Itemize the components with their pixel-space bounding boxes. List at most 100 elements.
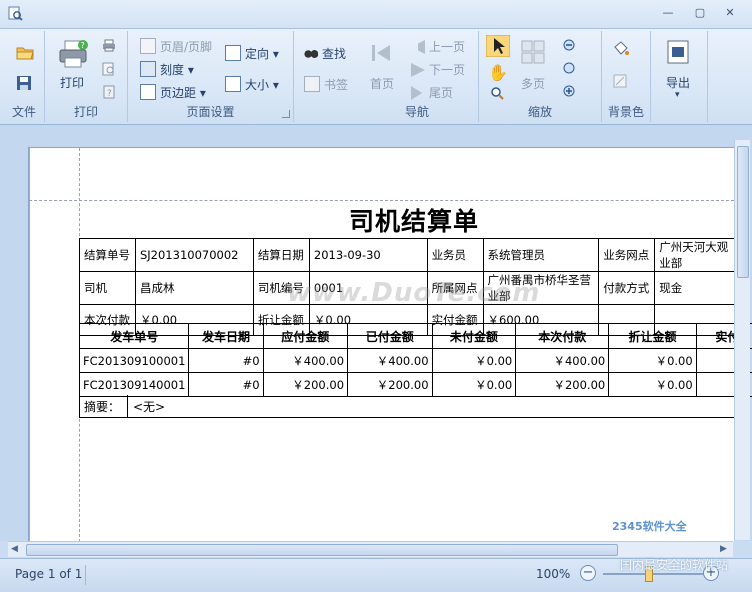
summary-value: <无>	[133, 398, 165, 415]
hand-icon[interactable]: ✋	[488, 63, 508, 82]
quick-print-icon[interactable]	[102, 39, 116, 52]
info-label: 司机	[80, 272, 136, 305]
detail-header-row: 发车单号发车日期应付金额已付金额未付金额本次付款折让金额实付	[80, 324, 752, 349]
zoom-in-icon[interactable]	[563, 85, 577, 99]
export-button[interactable]: 导出	[666, 74, 690, 91]
summary-row: 摘要： <无>	[79, 395, 741, 418]
navigation-group: 首页 上一页 下一页 尾页 导航	[356, 31, 479, 122]
detail-column-header: 应付金额	[263, 324, 348, 349]
top-margin-guide	[29, 200, 734, 201]
detail-table: 发车单号发车日期应付金额已付金额未付金额本次付款折让金额实付 FC2013091…	[79, 323, 752, 397]
table-cell: ￥0.00	[432, 373, 516, 397]
first-page-button[interactable]: 首页	[370, 75, 394, 92]
table-cell: FC201309140001	[80, 373, 189, 397]
find-button[interactable]: 查找	[304, 45, 346, 62]
minimize-button[interactable]: —	[660, 6, 676, 20]
info-label: 付款方式	[599, 272, 655, 305]
last-page-icon	[411, 86, 425, 100]
ribbon-toolbar: 文件 ? 打印 ? 打印 页眉/页脚 刻度 ▾ 页边距 ▾ 定向 ▾ 大小 ▾ …	[0, 29, 752, 125]
info-label: 业务网点	[599, 239, 655, 272]
vertical-scrollbar[interactable]	[734, 140, 750, 540]
first-page-icon[interactable]	[370, 43, 392, 63]
paint-bucket-icon[interactable]	[612, 41, 630, 57]
branding-logo: 2345软件大全	[612, 518, 687, 534]
zoom-out-button[interactable]: −	[580, 565, 596, 581]
info-value: 2013-09-30	[309, 239, 427, 272]
info-label: 业务员	[427, 239, 483, 272]
page-setup-launcher-icon[interactable]	[282, 110, 290, 118]
table-cell: ￥200.00	[263, 373, 348, 397]
info-value: 昌成林	[135, 272, 253, 305]
close-button[interactable]: ✕	[722, 6, 738, 20]
zoom-group: ✋ 多页 缩放	[479, 31, 602, 122]
page-counter: Page 1 of 1	[15, 567, 82, 581]
horizontal-scroll-thumb[interactable]	[26, 544, 618, 556]
scale-button[interactable]: 刻度 ▾	[140, 61, 194, 78]
last-page-button[interactable]: 尾页	[411, 84, 453, 101]
summary-divider	[127, 395, 128, 417]
prev-page-button[interactable]: 上一页	[411, 38, 465, 55]
zoom-slider[interactable]	[603, 573, 703, 575]
next-page-icon	[411, 63, 425, 77]
zoom-dropdown-icon[interactable]	[563, 62, 577, 76]
save-icon[interactable]	[16, 75, 32, 91]
export-group: 导出 ▾	[651, 31, 708, 122]
orientation-icon	[225, 45, 241, 61]
background-group-label: 背景色	[602, 103, 650, 120]
detail-column-header: 本次付款	[516, 324, 609, 349]
binoculars-icon	[304, 47, 318, 61]
header-footer-button[interactable]: 页眉/页脚	[140, 38, 212, 55]
print-group-label: 打印	[45, 103, 127, 120]
vertical-scroll-thumb[interactable]	[737, 146, 749, 278]
detail-column-header: 折让金额	[609, 324, 696, 349]
summary-label: 摘要：	[84, 398, 120, 415]
export-icon[interactable]	[666, 39, 690, 65]
file-group-label: 文件	[4, 103, 44, 120]
report-title: 司机结算单	[349, 202, 479, 238]
status-divider	[85, 565, 86, 585]
restore-button[interactable]: ▢	[692, 6, 708, 20]
table-cell: #0	[189, 373, 263, 397]
page-size-icon	[225, 76, 241, 92]
scale-icon	[140, 61, 156, 77]
print-button[interactable]: 打印	[60, 74, 84, 91]
horizontal-scrollbar[interactable]: ◀ ▶	[8, 541, 733, 557]
print-preview-icon[interactable]	[102, 62, 116, 76]
detail-column-header: 发车单号	[80, 324, 189, 349]
detail-column-header: 未付金额	[432, 324, 516, 349]
prev-page-icon	[411, 40, 425, 54]
bookmark-button[interactable]: 书签	[304, 76, 348, 93]
background-group: 背景色	[602, 31, 651, 122]
svg-text:?: ?	[107, 89, 112, 99]
table-cell: ￥400.00	[348, 349, 433, 373]
next-page-button[interactable]: 下一页	[411, 61, 465, 78]
branding-tagline: 国内最安全的软件站	[620, 556, 728, 573]
orientation-button[interactable]: 定向 ▾	[225, 45, 279, 62]
open-folder-icon[interactable]	[16, 45, 34, 61]
parameters-icon[interactable]: ?	[102, 85, 116, 99]
table-cell: ￥0.00	[432, 349, 516, 373]
table-row: FC201309140001#0￥200.00￥200.00￥0.00￥200.…	[80, 373, 752, 397]
page-size-button[interactable]: 大小 ▾	[225, 76, 279, 93]
table-cell: ￥400.00	[516, 349, 609, 373]
scroll-left-icon[interactable]: ◀	[11, 544, 18, 554]
info-value: 广州天河大观业部	[655, 239, 744, 272]
scroll-right-icon[interactable]: ▶	[720, 544, 727, 554]
table-cell: FC201309100001	[80, 349, 189, 373]
watermark-icon[interactable]	[613, 74, 627, 88]
multipage-icon[interactable]	[521, 40, 545, 64]
multipage-button[interactable]: 多页	[521, 75, 545, 92]
export-dropdown-icon[interactable]: ▾	[675, 90, 680, 100]
printer-icon[interactable]: ?	[58, 39, 90, 69]
bookmark-icon	[304, 76, 320, 92]
table-cell: ￥0.00	[609, 349, 696, 373]
info-label: 结算单号	[80, 239, 136, 272]
detail-column-header: 已付金额	[348, 324, 433, 349]
zoom-tool-icon[interactable]	[490, 86, 504, 100]
table-cell: ￥0.00	[609, 373, 696, 397]
table-cell: ￥200.00	[348, 373, 433, 397]
margins-button[interactable]: 页边距 ▾	[140, 84, 206, 101]
pointer-icon[interactable]	[486, 35, 510, 57]
title-bar: — ▢ ✕	[0, 0, 752, 29]
zoom-out-icon[interactable]	[563, 39, 577, 53]
